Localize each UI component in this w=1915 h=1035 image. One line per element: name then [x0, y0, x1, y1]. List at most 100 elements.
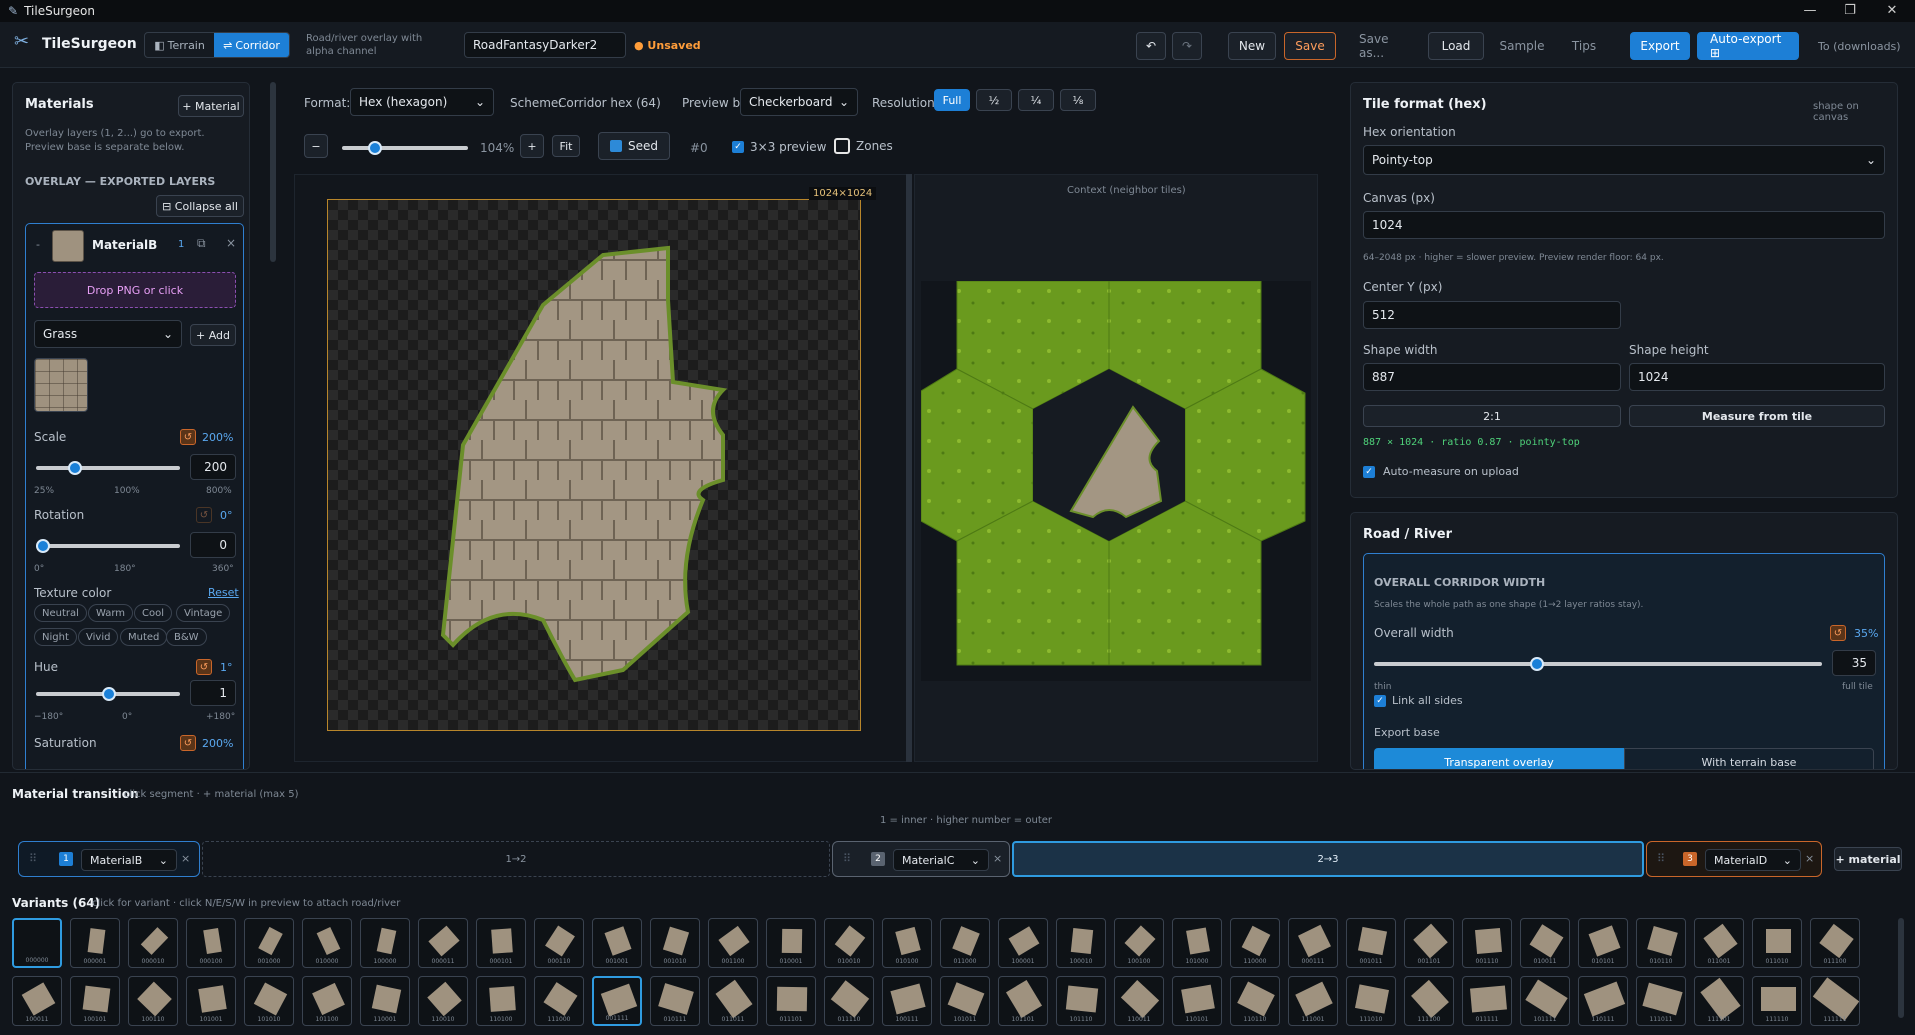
remove-material-2-icon[interactable]: ×	[993, 852, 1002, 865]
variant-tile[interactable]: 100000	[360, 918, 410, 968]
preset-vivid[interactable]: Vivid	[78, 628, 119, 646]
hue-value-field[interactable]: 1	[190, 680, 236, 706]
format-select[interactable]: Hex (hexagon) ⌄	[350, 88, 494, 116]
canvas-px-field[interactable]: 1024	[1363, 211, 1885, 239]
undo-button[interactable]: ↶	[1136, 32, 1166, 60]
zoom-out-button[interactable]: −	[304, 134, 328, 158]
variant-tile[interactable]: 110010	[418, 976, 468, 1026]
maximize-button[interactable]: ❐	[1830, 0, 1870, 22]
variant-tile[interactable]: 101011	[940, 976, 990, 1026]
tile-canvas-area[interactable]: 1024×1024	[294, 174, 908, 762]
variant-tile[interactable]: 000100	[186, 918, 236, 968]
variant-tile[interactable]: 101000	[1172, 918, 1222, 968]
variant-tile[interactable]: 111111	[1810, 976, 1860, 1026]
overall-width-field[interactable]: 35	[1832, 650, 1876, 676]
preset-bw[interactable]: B&W	[166, 628, 207, 646]
res-quarter-button[interactable]: ¼	[1018, 89, 1054, 111]
overall-width-reset-icon[interactable]: ↺	[1830, 625, 1846, 641]
variant-tile[interactable]: 011111	[1462, 976, 1512, 1026]
variant-tile[interactable]: 011100	[1810, 918, 1860, 968]
measure-from-tile-button[interactable]: Measure from tile	[1629, 405, 1885, 427]
drag-handle-icon[interactable]: ⠿	[1657, 852, 1665, 865]
remove-material-1-icon[interactable]: ×	[181, 852, 190, 865]
center-y-field[interactable]: 512	[1363, 301, 1621, 329]
material-1-select[interactable]: MaterialB ⌄	[81, 849, 177, 871]
ratio-button[interactable]: 2:1	[1363, 405, 1621, 427]
variant-tile[interactable]: 011011	[708, 976, 758, 1026]
variant-tile[interactable]: 010000	[302, 918, 352, 968]
variant-tile[interactable]: 101100	[302, 976, 352, 1026]
save-button[interactable]: Save	[1284, 32, 1336, 60]
hue-slider[interactable]	[36, 687, 180, 701]
variant-tile[interactable]: 001110	[1462, 918, 1512, 968]
res-half-button[interactable]: ½	[976, 89, 1012, 111]
variant-tile[interactable]: 011110	[824, 976, 874, 1026]
variant-tile[interactable]: 001101	[1404, 918, 1454, 968]
load-button[interactable]: Load	[1428, 32, 1484, 60]
preset-warm[interactable]: Warm	[88, 604, 134, 622]
variant-tile[interactable]: 010111	[650, 976, 700, 1026]
variant-tile[interactable]: 010001	[766, 918, 816, 968]
add-base-button[interactable]: + Add	[190, 324, 236, 346]
variant-tile[interactable]: 100001	[998, 918, 1048, 968]
mode-corridor-button[interactable]: ⇌ Corridor	[214, 33, 289, 57]
left-scrollbar[interactable]	[270, 82, 276, 262]
rotation-reset-icon[interactable]: ↺	[196, 507, 212, 523]
export-button[interactable]: Export	[1630, 32, 1690, 60]
orientation-select[interactable]: Pointy-top ⌄	[1363, 145, 1885, 175]
variant-tile[interactable]: 001011	[1346, 918, 1396, 968]
transition-material-3[interactable]: ⠿ 3 MaterialD ⌄ ×	[1646, 841, 1822, 877]
variant-tile[interactable]: 010010	[824, 918, 874, 968]
texture-swatch[interactable]	[34, 358, 88, 412]
variant-tile[interactable]: 111010	[1346, 976, 1396, 1026]
mode-terrain-button[interactable]: ◧ Terrain	[145, 33, 214, 57]
variant-tile[interactable]: 010110	[1636, 918, 1686, 968]
variant-tile[interactable]: 000011	[418, 918, 468, 968]
tips-button[interactable]: Tips	[1556, 32, 1612, 60]
variant-tile[interactable]: 110000	[1230, 918, 1280, 968]
variant-tile[interactable]: 101110	[1056, 976, 1106, 1026]
variant-tile[interactable]: 111000	[534, 976, 584, 1026]
variant-tile[interactable]: 000101	[476, 918, 526, 968]
canvas-splitter[interactable]	[906, 174, 912, 762]
remove-material-3-icon[interactable]: ×	[1805, 852, 1814, 865]
texture-color-reset[interactable]: Reset	[208, 586, 239, 599]
variant-tile[interactable]: 101010	[244, 976, 294, 1026]
variant-tile[interactable]: 000111	[1288, 918, 1338, 968]
rotation-slider[interactable]	[36, 539, 180, 553]
zones-checkbox[interactable]: Zones	[834, 138, 893, 154]
preset-neutral[interactable]: Neutral	[34, 604, 87, 622]
add-transition-material-button[interactable]: + material	[1834, 847, 1902, 871]
variants-scrollbar[interactable]	[1898, 918, 1904, 1018]
variant-tile[interactable]: 001001	[592, 918, 642, 968]
preset-muted[interactable]: Muted	[120, 628, 168, 646]
drop-png-zone[interactable]: Drop PNG or click	[34, 272, 236, 308]
variant-tile[interactable]: 110001	[360, 976, 410, 1026]
variant-tile[interactable]: 010011	[1520, 918, 1570, 968]
redo-button[interactable]: ↷	[1172, 32, 1202, 60]
auto-measure-checkbox[interactable]: ✓ Auto-measure on upload	[1363, 465, 1519, 478]
preview3x3-checkbox[interactable]: ✓ 3×3 preview	[732, 140, 826, 154]
variant-tile[interactable]: 100101	[70, 976, 120, 1026]
minimize-button[interactable]: —	[1790, 0, 1830, 22]
new-button[interactable]: New	[1228, 32, 1276, 60]
seed-button[interactable]: Seed	[598, 132, 670, 160]
collapse-all-button[interactable]: ⊟ Collapse all	[156, 195, 244, 217]
variant-tile[interactable]: 110111	[1578, 976, 1628, 1026]
transition-segment-1-2[interactable]: 1→2	[202, 841, 830, 877]
saturation-reset-icon[interactable]: ↺	[180, 735, 196, 751]
variant-tile[interactable]: 001100	[708, 918, 758, 968]
variant-tile[interactable]: 110011	[1114, 976, 1164, 1026]
variant-tile[interactable]: 101101	[998, 976, 1048, 1026]
variant-tile[interactable]: 001000	[244, 918, 294, 968]
variant-tile[interactable]: 101001	[186, 976, 236, 1026]
variant-tile[interactable]: 110100	[476, 976, 526, 1026]
rotation-value-field[interactable]: 0	[190, 532, 236, 558]
sample-button[interactable]: Sample	[1492, 32, 1552, 60]
project-name-field[interactable]: RoadFantasyDarker2	[464, 32, 626, 58]
variant-tile[interactable]: 001111	[592, 976, 642, 1026]
variant-tile[interactable]: 110101	[1172, 976, 1222, 1026]
material-2-select[interactable]: MaterialC ⌄	[893, 849, 989, 871]
close-window-button[interactable]: ✕	[1872, 0, 1912, 22]
save-as-button[interactable]: Save as...	[1346, 32, 1418, 60]
